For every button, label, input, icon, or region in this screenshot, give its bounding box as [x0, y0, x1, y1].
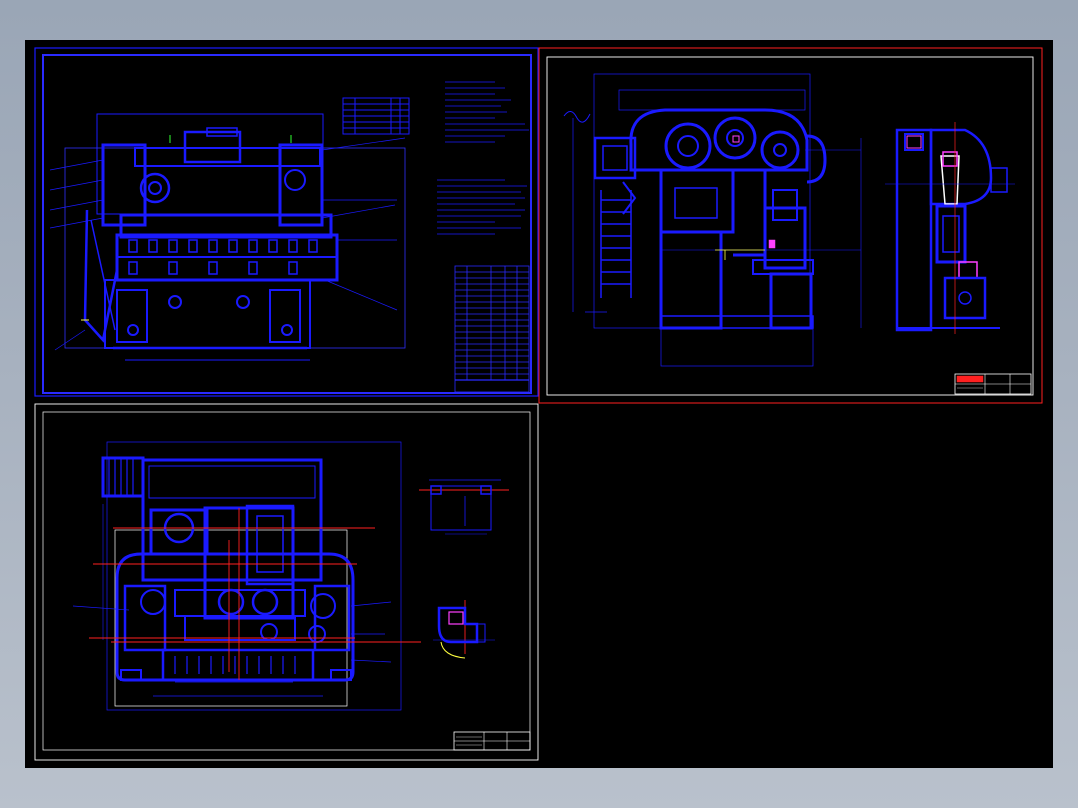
detail-drawing-b — [433, 606, 495, 659]
selection-highlight-frame — [538, 47, 1043, 404]
sheet-plan-view[interactable] — [34, 403, 539, 761]
cad-viewport[interactable] — [25, 40, 1053, 768]
press-side-view-drawing — [563, 73, 862, 367]
press-section-detail-drawing — [885, 122, 1015, 334]
press-plan-view-drawing — [72, 441, 402, 711]
sheet-side-view-frame — [546, 56, 1034, 396]
parts-list-table — [454, 265, 530, 393]
title-block-plan-view — [453, 731, 531, 751]
cad-drawing-canvas[interactable] — [25, 40, 1053, 768]
detail-drawing-a — [429, 479, 501, 535]
technical-notes — [342, 81, 529, 235]
press-front-view-drawing — [49, 113, 406, 361]
title-block-side-view — [954, 373, 1032, 395]
sheet-front-view[interactable] — [34, 47, 539, 397]
sheet-side-view[interactable] — [538, 47, 1043, 404]
